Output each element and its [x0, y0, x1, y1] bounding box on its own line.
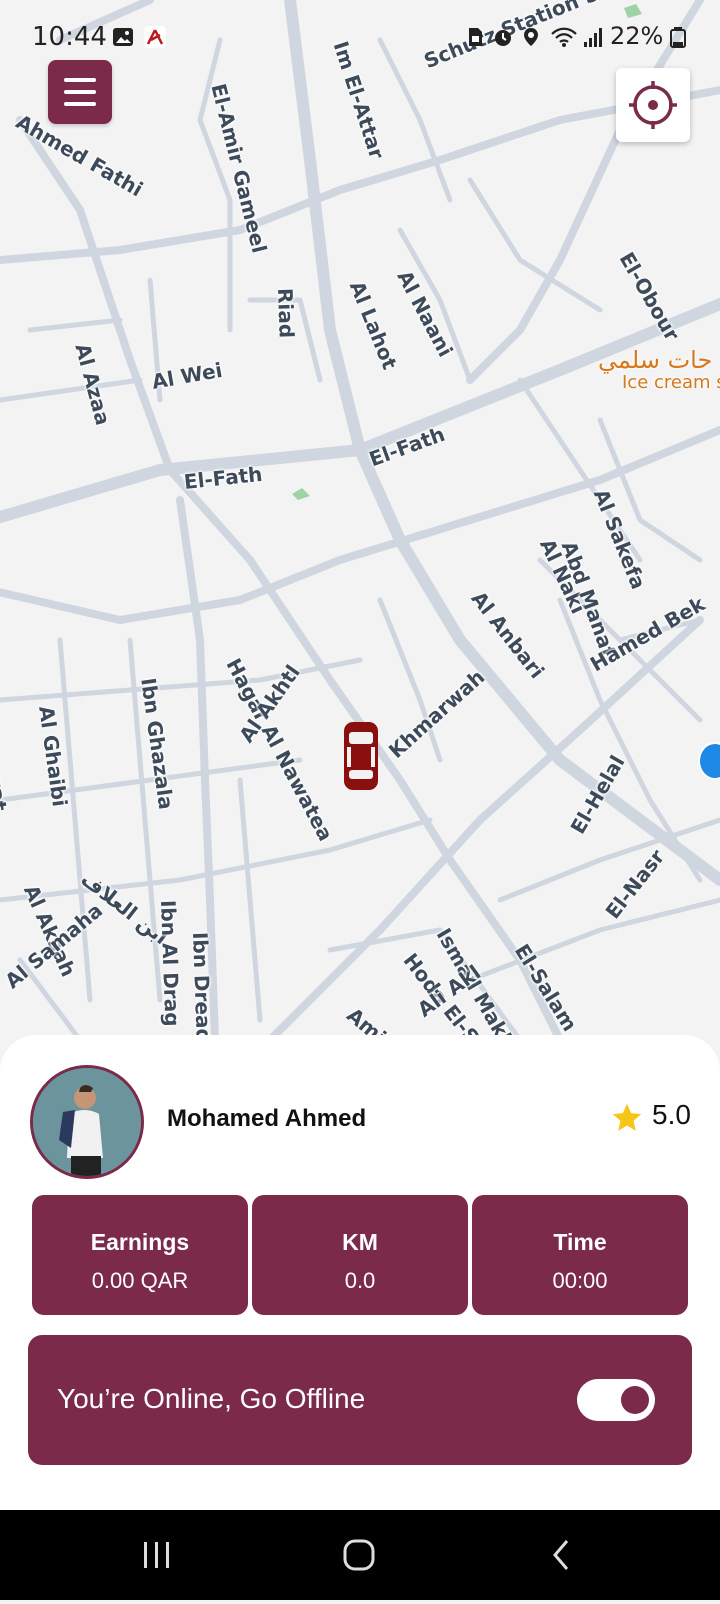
image-icon [113, 28, 133, 46]
menu-button[interactable] [48, 60, 112, 124]
avatar[interactable] [30, 1065, 144, 1179]
driver-photo [33, 1068, 141, 1176]
star-icon [612, 1103, 642, 1131]
sim-icon [469, 28, 482, 46]
status-bar: 10:44 22% [0, 18, 720, 58]
online-status-text: You’re Online, Go Offline [57, 1383, 366, 1414]
app-icon [144, 26, 166, 48]
earnings-value: 0.00 QAR [91, 1268, 189, 1293]
menu-icon [48, 60, 112, 124]
poi-label-en[interactable]: Ice cream s [622, 372, 720, 393]
earnings-card: Earnings 0.00 QAR [32, 1195, 248, 1315]
home-icon [343, 1539, 375, 1571]
online-status-bar[interactable]: You’re Online, Go Offline [28, 1335, 692, 1465]
street-label: Ibn Al Drag [156, 899, 185, 1027]
km-card: KM 0.0 [252, 1195, 468, 1315]
car-icon [342, 720, 380, 792]
alarm-icon [495, 30, 511, 46]
street-label: Ibn Dread [188, 931, 216, 1044]
time-card: Time 00:00 [472, 1195, 688, 1315]
location-icon [524, 28, 538, 46]
driver-name: Mohamed Ahmed [167, 1105, 367, 1132]
back-button[interactable] [501, 1510, 621, 1600]
battery-icon [670, 27, 686, 48]
toggle-knob [621, 1386, 649, 1414]
battery-text: 22% [610, 22, 664, 50]
street-label: Riad [273, 287, 299, 339]
km-value: 0.0 [344, 1268, 376, 1293]
home-button[interactable] [299, 1510, 419, 1600]
time-title: Time [553, 1229, 607, 1255]
back-icon [553, 1540, 569, 1570]
wifi-icon [551, 27, 577, 47]
signal-icon [584, 28, 602, 47]
km-title: KM [342, 1229, 378, 1255]
poi-label-ar[interactable]: حات سلمي [598, 346, 712, 374]
earnings-title: Earnings [90, 1229, 190, 1255]
map-view[interactable]: El-Amir Gameel Im El-Attar Schutz Statio… [0, 0, 720, 1070]
driver-bottom-sheet: Mohamed Ahmed 5.0 Earnings 0.00 QAR KM 0… [0, 1035, 720, 1510]
rating-value: 5.0 [652, 1099, 691, 1130]
online-toggle[interactable] [577, 1379, 655, 1421]
time-value: 00:00 [552, 1268, 608, 1293]
locate-icon [629, 81, 677, 129]
system-navigation-bar [0, 1510, 720, 1600]
status-time: 10:44 [32, 22, 107, 52]
locate-button[interactable] [616, 68, 690, 142]
recent-apps-icon [144, 1542, 169, 1568]
recent-apps-button[interactable] [97, 1510, 217, 1600]
